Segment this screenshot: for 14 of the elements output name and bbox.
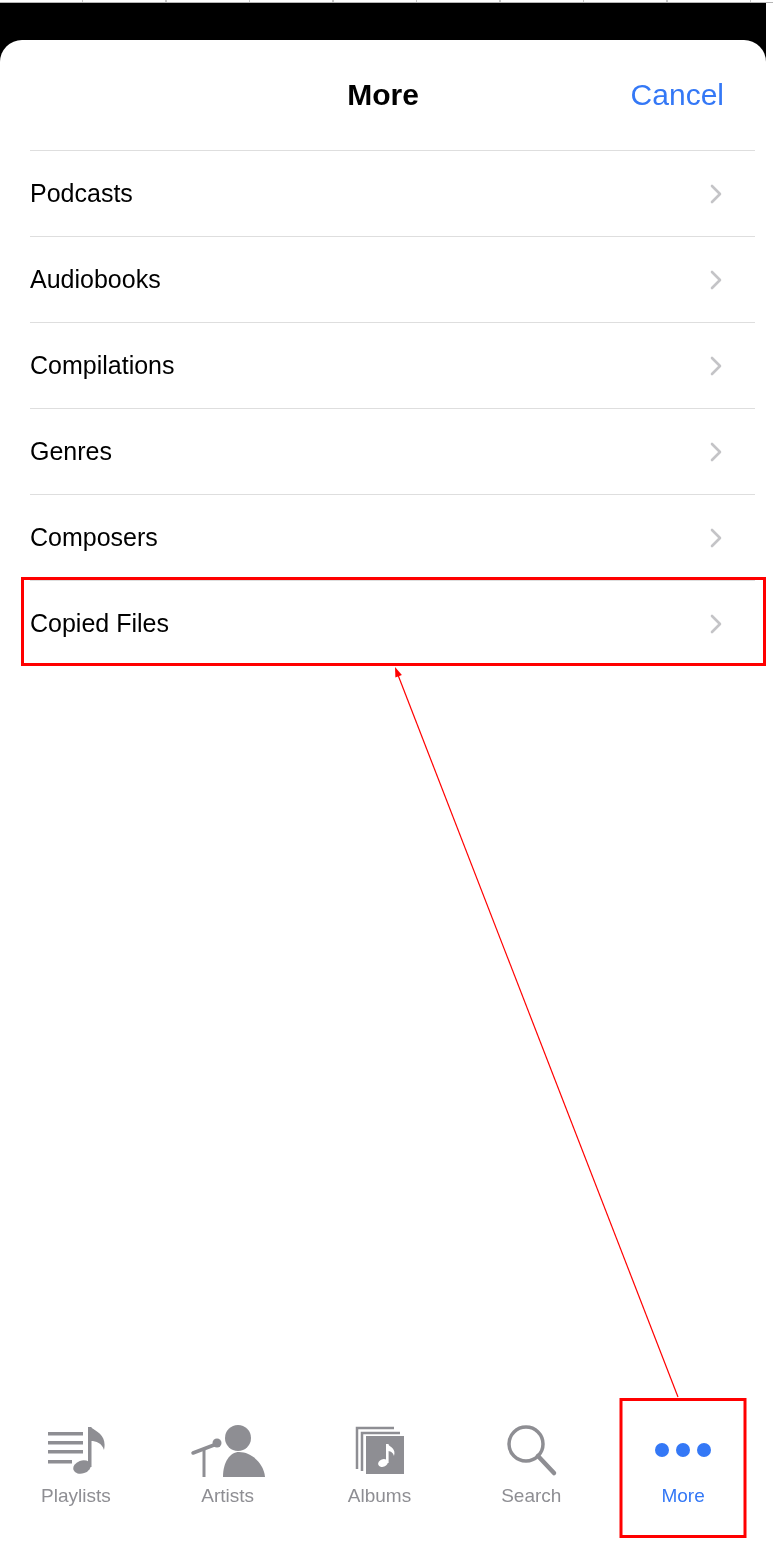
chevron-icon	[710, 613, 722, 634]
search-icon	[504, 1423, 559, 1477]
albums-icon	[354, 1425, 405, 1475]
sheet-title: More	[347, 78, 419, 112]
chevron-icon	[710, 441, 722, 462]
cancel-button[interactable]: Cancel	[630, 78, 724, 112]
chevron-icon	[710, 183, 722, 204]
chevron-icon	[710, 527, 722, 548]
more-icon	[655, 1442, 712, 1458]
chevron-icon	[710, 269, 722, 290]
chevron-icon	[710, 355, 722, 376]
tab[interactable]: More	[607, 1398, 759, 1538]
playlist-icon	[45, 1424, 106, 1476]
singer-icon	[189, 1422, 266, 1478]
